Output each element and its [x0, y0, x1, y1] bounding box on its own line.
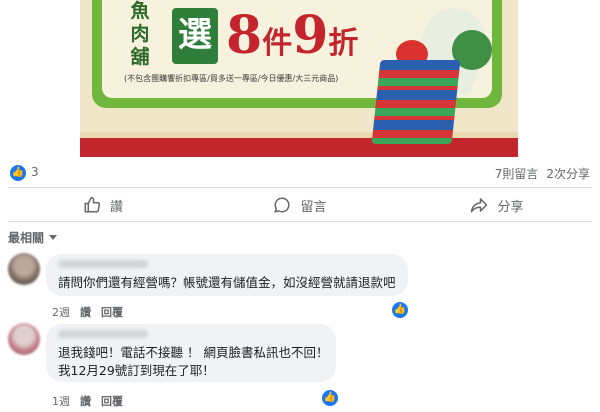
like-reaction-icon[interactable]: 👍	[10, 165, 26, 181]
comment-bubble: 退我錢吧！電話不接聽 ！ 網頁臉書私訊也不回！ 我12月29號訂到現在了耶！	[46, 324, 336, 382]
thumbs-up-icon	[84, 196, 101, 213]
banner-fine-print: (不包含團購饗折扣專區/買多送一專區/今日優惠/大三元商品)	[124, 74, 339, 83]
like-button-label: 讚	[109, 199, 123, 215]
comment-button-label: 留言	[300, 199, 327, 215]
comment-like-reaction-icon[interactable]: 👍	[392, 302, 408, 318]
caret-down-icon	[49, 235, 58, 240]
like-button[interactable]: 讚	[8, 191, 198, 219]
banner-vertical-char: 魚	[130, 0, 150, 22]
sort-label: 最相關	[8, 231, 45, 245]
comment-bubble: 請問你們還有經營嗎？帳號還有儲值金，如沒經營就請退款吧	[46, 254, 408, 296]
headline-number: 9	[292, 5, 329, 66]
share-arrow-icon	[471, 198, 488, 213]
comment-meta: 1週讚回覆	[52, 393, 133, 409]
post-action-bar: 讚 留言 分享	[8, 191, 592, 219]
comment-like-link[interactable]: 讚	[80, 306, 91, 319]
commenter-name-blurred[interactable]	[58, 330, 148, 338]
comment-timestamp[interactable]: 2週	[52, 306, 70, 319]
shopping-bag-illustration	[371, 60, 461, 144]
reaction-count[interactable]: 3	[31, 165, 39, 179]
share-count-link[interactable]: 2次分享	[546, 167, 590, 181]
comment-button[interactable]: 留言	[205, 191, 395, 219]
post-banner-image[interactable]: 魚 肉 舖 選 8件9折 (不包含團購饗折扣專區/買多送一專區/今日優惠/大三元…	[80, 0, 518, 157]
banner-vertical-char: 舖	[130, 46, 150, 68]
banner-red-stripe	[80, 138, 518, 157]
banner-vertical-text: 魚 肉 舖	[125, 0, 155, 69]
engagement-counts: 7則留言 2次分享	[487, 165, 590, 182]
banner-headline: 8件9折	[226, 6, 358, 74]
comment-like-link[interactable]: 讚	[80, 395, 91, 408]
commenter-name-blurred[interactable]	[58, 260, 148, 268]
banner-select-char: 選	[178, 15, 212, 55]
comment-text: 請問你們還有經營嗎？帳號還有儲值金，如沒經營就請退款吧	[58, 275, 396, 290]
comment-count-link[interactable]: 7則留言	[495, 167, 539, 181]
reaction-stats-bar: 👍 3 7則留言 2次分享	[0, 162, 600, 184]
headline-number: 8	[226, 5, 263, 66]
share-button-label: 分享	[497, 199, 524, 215]
comment-bubble-icon	[274, 197, 291, 213]
commenter-avatar[interactable]	[8, 323, 40, 355]
comment-text: 我12月29號訂到現在了耶！	[58, 363, 215, 378]
share-button[interactable]: 分享	[402, 191, 592, 219]
headline-word: 折	[328, 26, 359, 61]
comment-sort-dropdown[interactable]: 最相關	[8, 229, 58, 246]
divider	[8, 221, 592, 222]
comment-reply-link[interactable]: 回覆	[101, 395, 123, 408]
headline-word: 件	[262, 26, 293, 61]
divider	[8, 187, 592, 188]
comment-reply-link[interactable]: 回覆	[101, 306, 123, 319]
comment-meta: 2週讚回覆	[52, 304, 133, 320]
commenter-avatar[interactable]	[8, 253, 40, 285]
comment-timestamp[interactable]: 1週	[52, 395, 70, 408]
banner-vertical-char: 肉	[130, 23, 150, 45]
comment-like-reaction-icon[interactable]: 👍	[322, 390, 338, 406]
comment-text: 退我錢吧！電話不接聽 ！ 網頁臉書私訊也不回！	[58, 345, 329, 360]
